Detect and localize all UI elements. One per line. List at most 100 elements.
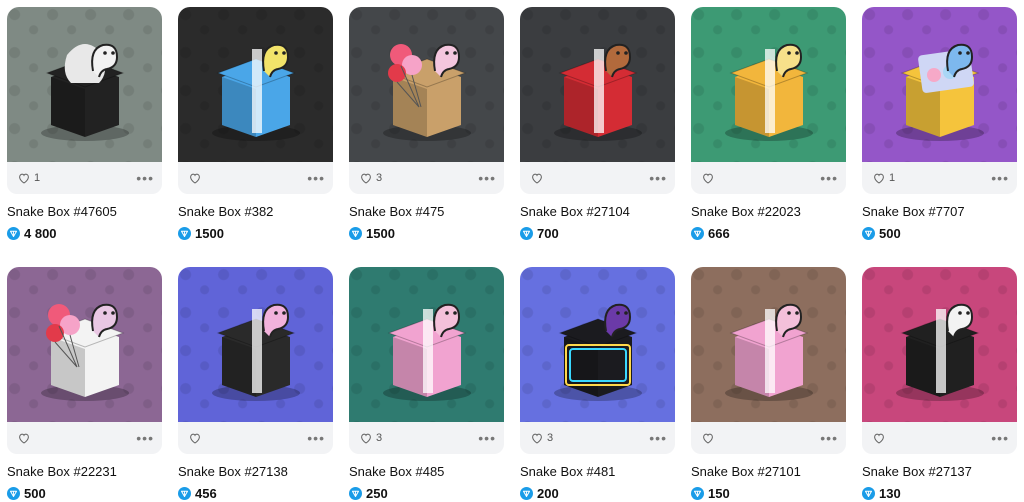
like-count: 1 bbox=[34, 172, 41, 184]
nft-card[interactable]: 3 ••• Snake Box #485 250 bbox=[349, 267, 504, 502]
more-options-icon[interactable]: ••• bbox=[649, 431, 667, 445]
item-price: 250 bbox=[349, 486, 504, 501]
snake-box-image[interactable] bbox=[862, 267, 1017, 422]
item-price: 130 bbox=[862, 486, 1017, 501]
item-price: 666 bbox=[691, 226, 846, 241]
nft-card[interactable]: ••• Snake Box #22023 666 bbox=[691, 7, 846, 267]
ton-currency-icon bbox=[349, 487, 362, 500]
item-title: Snake Box #22231 bbox=[7, 464, 117, 479]
more-options-icon[interactable]: ••• bbox=[136, 431, 154, 445]
like-button[interactable] bbox=[188, 171, 205, 185]
price-value: 1500 bbox=[366, 226, 395, 241]
snake-box-image[interactable] bbox=[349, 7, 504, 162]
item-title: Snake Box #27101 bbox=[691, 464, 801, 479]
like-button[interactable]: 1 bbox=[872, 171, 895, 185]
item-price: 1500 bbox=[349, 226, 504, 241]
heart-icon bbox=[359, 171, 373, 185]
snake-box-image[interactable] bbox=[520, 7, 675, 162]
nft-card[interactable]: 3 ••• Snake Box #481 200 bbox=[520, 267, 675, 502]
ton-currency-icon bbox=[349, 227, 362, 240]
snake-box-image[interactable] bbox=[7, 267, 162, 422]
nft-card[interactable]: ••• Snake Box #27104 700 bbox=[520, 7, 675, 267]
card-action-bar: 3 ••• bbox=[349, 422, 504, 454]
more-options-icon[interactable]: ••• bbox=[991, 171, 1009, 185]
item-price: 500 bbox=[862, 226, 1017, 241]
nft-grid: 1 ••• Snake Box #47605 4 800 ••• Snake Box #3… bbox=[7, 7, 1017, 502]
more-options-icon[interactable]: ••• bbox=[307, 171, 325, 185]
card-action-bar: ••• bbox=[691, 422, 846, 454]
like-button[interactable]: 3 bbox=[359, 171, 382, 185]
ton-currency-icon bbox=[7, 487, 20, 500]
item-title: Snake Box #22023 bbox=[691, 204, 801, 219]
more-options-icon[interactable]: ••• bbox=[820, 171, 838, 185]
like-count: 3 bbox=[376, 172, 383, 184]
price-value: 4 800 bbox=[24, 226, 57, 241]
snake-box-image[interactable] bbox=[691, 267, 846, 422]
like-button[interactable]: 3 bbox=[530, 431, 553, 445]
item-title: Snake Box #27137 bbox=[862, 464, 972, 479]
price-value: 700 bbox=[537, 226, 559, 241]
snake-box-image[interactable] bbox=[178, 7, 333, 162]
nft-card[interactable]: 1 ••• Snake Box #47605 4 800 bbox=[7, 7, 162, 267]
snake-box-image[interactable] bbox=[520, 267, 675, 422]
item-title: Snake Box #382 bbox=[178, 204, 274, 219]
snake-box-image[interactable] bbox=[7, 7, 162, 162]
price-value: 1500 bbox=[195, 226, 224, 241]
more-options-icon[interactable]: ••• bbox=[307, 431, 325, 445]
nft-card[interactable]: ••• Snake Box #22231 500 bbox=[7, 267, 162, 502]
more-options-icon[interactable]: ••• bbox=[478, 431, 496, 445]
card-action-bar: ••• bbox=[7, 422, 162, 454]
more-options-icon[interactable]: ••• bbox=[136, 171, 154, 185]
nft-card[interactable]: ••• Snake Box #27101 150 bbox=[691, 267, 846, 502]
more-options-icon[interactable]: ••• bbox=[478, 171, 496, 185]
heart-icon bbox=[188, 171, 202, 185]
like-button[interactable] bbox=[872, 431, 889, 445]
item-title: Snake Box #475 bbox=[349, 204, 445, 219]
like-count: 1 bbox=[889, 172, 896, 184]
nft-card[interactable]: 1 ••• Snake Box #7707 500 bbox=[862, 7, 1017, 267]
snake-box-image[interactable] bbox=[691, 7, 846, 162]
heart-icon bbox=[17, 171, 31, 185]
price-value: 150 bbox=[708, 486, 730, 501]
card-action-bar: ••• bbox=[178, 162, 333, 194]
item-price: 456 bbox=[178, 486, 333, 501]
like-button[interactable] bbox=[701, 171, 718, 185]
heart-icon bbox=[872, 171, 886, 185]
ton-currency-icon bbox=[178, 487, 191, 500]
like-button[interactable]: 3 bbox=[359, 431, 382, 445]
like-button[interactable] bbox=[188, 431, 205, 445]
ton-currency-icon bbox=[520, 487, 533, 500]
heart-icon bbox=[701, 431, 715, 445]
snake-box-image[interactable] bbox=[349, 267, 504, 422]
snake-box-image[interactable] bbox=[178, 267, 333, 422]
heart-icon bbox=[530, 431, 544, 445]
item-price: 500 bbox=[7, 486, 162, 501]
like-button[interactable]: 1 bbox=[17, 171, 40, 185]
nft-card[interactable]: ••• Snake Box #382 1500 bbox=[178, 7, 333, 267]
nft-card[interactable]: ••• Snake Box #27138 456 bbox=[178, 267, 333, 502]
heart-icon bbox=[17, 431, 31, 445]
more-options-icon[interactable]: ••• bbox=[649, 171, 667, 185]
item-price: 200 bbox=[520, 486, 675, 501]
item-price: 700 bbox=[520, 226, 675, 241]
like-button[interactable] bbox=[17, 431, 34, 445]
card-action-bar: 1 ••• bbox=[7, 162, 162, 194]
nft-card[interactable]: ••• Snake Box #27137 130 bbox=[862, 267, 1017, 502]
price-value: 250 bbox=[366, 486, 388, 501]
item-price: 150 bbox=[691, 486, 846, 501]
ton-currency-icon bbox=[691, 227, 704, 240]
item-title: Snake Box #27104 bbox=[520, 204, 630, 219]
ton-currency-icon bbox=[520, 227, 533, 240]
like-button[interactable] bbox=[701, 431, 718, 445]
price-value: 200 bbox=[537, 486, 559, 501]
card-action-bar: ••• bbox=[691, 162, 846, 194]
more-options-icon[interactable]: ••• bbox=[991, 431, 1009, 445]
snake-box-image[interactable] bbox=[862, 7, 1017, 162]
like-count: 3 bbox=[547, 432, 554, 444]
item-title: Snake Box #47605 bbox=[7, 204, 117, 219]
ton-currency-icon bbox=[691, 487, 704, 500]
price-value: 500 bbox=[24, 486, 46, 501]
more-options-icon[interactable]: ••• bbox=[820, 431, 838, 445]
like-button[interactable] bbox=[530, 171, 547, 185]
nft-card[interactable]: 3 ••• Snake Box #475 1500 bbox=[349, 7, 504, 267]
